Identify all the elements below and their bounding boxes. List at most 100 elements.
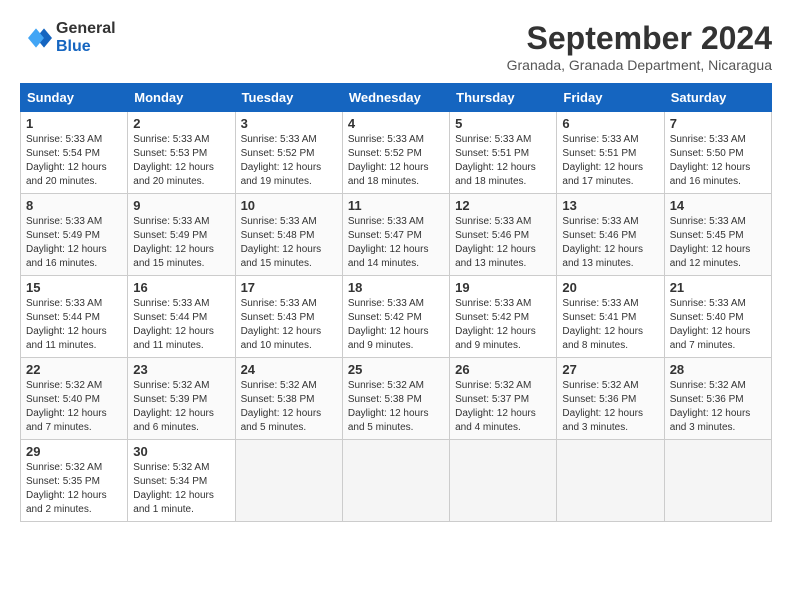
day-number: 15: [26, 280, 122, 295]
day-number: 26: [455, 362, 551, 377]
day-number: 12: [455, 198, 551, 213]
col-thursday: Thursday: [450, 84, 557, 112]
day-number: 20: [562, 280, 658, 295]
table-row: 22Sunrise: 5:32 AMSunset: 5:40 PMDayligh…: [21, 358, 128, 440]
title-area: September 2024 Granada, Granada Departme…: [507, 20, 772, 73]
day-number: 9: [133, 198, 229, 213]
table-row: 1 Sunrise: 5:33 AMSunset: 5:54 PMDaylight…: [21, 112, 128, 194]
day-info: Sunrise: 5:32 AMSunset: 5:38 PMDaylight:…: [348, 379, 444, 435]
day-number: 8: [26, 198, 122, 213]
day-info: Sunrise: 5:33 AMSunset: 5:44 PMDaylight:…: [133, 297, 229, 353]
table-row: 4 Sunrise: 5:33 AMSunset: 5:52 PMDaylight…: [342, 112, 449, 194]
day-info: Sunrise: 5:32 AMSunset: 5:37 PMDaylight:…: [455, 379, 551, 435]
day-info: Sunrise: 5:33 AMSunset: 5:52 PMDaylight:…: [241, 133, 337, 189]
day-number: 17: [241, 280, 337, 295]
day-number: 7: [670, 116, 766, 131]
day-number: 27: [562, 362, 658, 377]
location-title: Granada, Granada Department, Nicaragua: [507, 57, 772, 73]
table-row: [450, 440, 557, 522]
logo-icon: [20, 22, 52, 54]
day-number: 30: [133, 444, 229, 459]
table-row: 7 Sunrise: 5:33 AMSunset: 5:50 PMDaylight…: [664, 112, 771, 194]
table-row: 17 Sunrise: 5:33 AMSunset: 5:43 PMDayligh…: [235, 276, 342, 358]
table-row: 20Sunrise: 5:33 AMSunset: 5:41 PMDayligh…: [557, 276, 664, 358]
day-info: Sunrise: 5:32 AMSunset: 5:39 PMDaylight:…: [133, 379, 229, 435]
day-info: Sunrise: 5:33 AMSunset: 5:46 PMDaylight:…: [562, 215, 658, 271]
day-info: Sunrise: 5:33 AMSunset: 5:42 PMDaylight:…: [348, 297, 444, 353]
day-info: Sunrise: 5:33 AMSunset: 5:48 PMDaylight:…: [241, 215, 337, 271]
table-row: 11Sunrise: 5:33 AMSunset: 5:47 PMDayligh…: [342, 194, 449, 276]
logo: General Blue: [20, 20, 116, 56]
day-number: 18: [348, 280, 444, 295]
table-row: 12 Sunrise: 5:33 AMSunset: 5:46 PMDayligh…: [450, 194, 557, 276]
table-row: 3 Sunrise: 5:33 AMSunset: 5:52 PMDaylight…: [235, 112, 342, 194]
day-info: Sunrise: 5:32 AMSunset: 5:40 PMDaylight:…: [26, 379, 122, 435]
col-monday: Monday: [128, 84, 235, 112]
table-row: [235, 440, 342, 522]
table-row: 13 Sunrise: 5:33 AMSunset: 5:46 PMDayligh…: [557, 194, 664, 276]
table-row: 10 Sunrise: 5:33 AMSunset: 5:48 PMDayligh…: [235, 194, 342, 276]
day-number: 14: [670, 198, 766, 213]
table-row: 8Sunrise: 5:33 AMSunset: 5:49 PMDaylight…: [21, 194, 128, 276]
table-row: 25Sunrise: 5:32 AMSunset: 5:38 PMDayligh…: [342, 358, 449, 440]
table-row: 21 Sunrise: 5:33 AMSunset: 5:40 PMDayligh…: [664, 276, 771, 358]
day-number: 29: [26, 444, 122, 459]
day-number: 5: [455, 116, 551, 131]
day-info: Sunrise: 5:32 AMSunset: 5:36 PMDaylight:…: [562, 379, 658, 435]
day-info: Sunrise: 5:33 AMSunset: 5:52 PMDaylight:…: [348, 133, 444, 189]
day-number: 6: [562, 116, 658, 131]
day-number: 24: [241, 362, 337, 377]
day-number: 28: [670, 362, 766, 377]
logo-text: General Blue: [56, 20, 116, 56]
day-info: Sunrise: 5:32 AMSunset: 5:35 PMDaylight:…: [26, 461, 122, 517]
table-row: [342, 440, 449, 522]
day-info: Sunrise: 5:32 AMSunset: 5:34 PMDaylight:…: [133, 461, 229, 517]
table-row: 19 Sunrise: 5:33 AMSunset: 5:42 PMDayligh…: [450, 276, 557, 358]
month-title: September 2024: [507, 20, 772, 57]
col-wednesday: Wednesday: [342, 84, 449, 112]
day-number: 4: [348, 116, 444, 131]
table-row: 14 Sunrise: 5:33 AMSunset: 5:45 PMDayligh…: [664, 194, 771, 276]
day-number: 19: [455, 280, 551, 295]
table-row: 28Sunrise: 5:32 AMSunset: 5:36 PMDayligh…: [664, 358, 771, 440]
calendar-week-row: 15 Sunrise: 5:33 AMSunset: 5:44 PMDayligh…: [21, 276, 772, 358]
day-info: Sunrise: 5:33 AMSunset: 5:50 PMDaylight:…: [670, 133, 766, 189]
day-info: Sunrise: 5:33 AMSunset: 5:40 PMDaylight:…: [670, 297, 766, 353]
col-sunday: Sunday: [21, 84, 128, 112]
day-info: Sunrise: 5:33 AMSunset: 5:47 PMDaylight:…: [348, 215, 444, 271]
day-info: Sunrise: 5:33 AMSunset: 5:46 PMDaylight:…: [455, 215, 551, 271]
table-row: 23 Sunrise: 5:32 AMSunset: 5:39 PMDayligh…: [128, 358, 235, 440]
calendar-week-row: 22Sunrise: 5:32 AMSunset: 5:40 PMDayligh…: [21, 358, 772, 440]
table-row: 2Sunrise: 5:33 AMSunset: 5:53 PMDaylight…: [128, 112, 235, 194]
day-number: 10: [241, 198, 337, 213]
day-number: 21: [670, 280, 766, 295]
day-number: 16: [133, 280, 229, 295]
day-info: Sunrise: 5:33 AMSunset: 5:54 PMDaylight:…: [26, 133, 122, 189]
day-info: Sunrise: 5:32 AMSunset: 5:38 PMDaylight:…: [241, 379, 337, 435]
day-number: 3: [241, 116, 337, 131]
col-saturday: Saturday: [664, 84, 771, 112]
day-info: Sunrise: 5:33 AMSunset: 5:51 PMDaylight:…: [455, 133, 551, 189]
table-row: 5 Sunrise: 5:33 AMSunset: 5:51 PMDaylight…: [450, 112, 557, 194]
table-row: 9Sunrise: 5:33 AMSunset: 5:49 PMDaylight…: [128, 194, 235, 276]
day-number: 13: [562, 198, 658, 213]
day-info: Sunrise: 5:33 AMSunset: 5:42 PMDaylight:…: [455, 297, 551, 353]
day-info: Sunrise: 5:33 AMSunset: 5:45 PMDaylight:…: [670, 215, 766, 271]
col-tuesday: Tuesday: [235, 84, 342, 112]
table-row: 18 Sunrise: 5:33 AMSunset: 5:42 PMDayligh…: [342, 276, 449, 358]
day-number: 1: [26, 116, 122, 131]
col-friday: Friday: [557, 84, 664, 112]
table-row: 16 Sunrise: 5:33 AMSunset: 5:44 PMDayligh…: [128, 276, 235, 358]
day-info: Sunrise: 5:33 AMSunset: 5:43 PMDaylight:…: [241, 297, 337, 353]
table-row: 30 Sunrise: 5:32 AMSunset: 5:34 PMDayligh…: [128, 440, 235, 522]
table-row: 26 Sunrise: 5:32 AMSunset: 5:37 PMDayligh…: [450, 358, 557, 440]
calendar-table: Sunday Monday Tuesday Wednesday Thursday…: [20, 83, 772, 522]
calendar-header-row: Sunday Monday Tuesday Wednesday Thursday…: [21, 84, 772, 112]
page-header: General Blue September 2024 Granada, Gra…: [20, 20, 772, 73]
calendar-week-row: 8Sunrise: 5:33 AMSunset: 5:49 PMDaylight…: [21, 194, 772, 276]
table-row: 15 Sunrise: 5:33 AMSunset: 5:44 PMDayligh…: [21, 276, 128, 358]
day-number: 23: [133, 362, 229, 377]
table-row: [557, 440, 664, 522]
day-info: Sunrise: 5:33 AMSunset: 5:44 PMDaylight:…: [26, 297, 122, 353]
table-row: 6Sunrise: 5:33 AMSunset: 5:51 PMDaylight…: [557, 112, 664, 194]
